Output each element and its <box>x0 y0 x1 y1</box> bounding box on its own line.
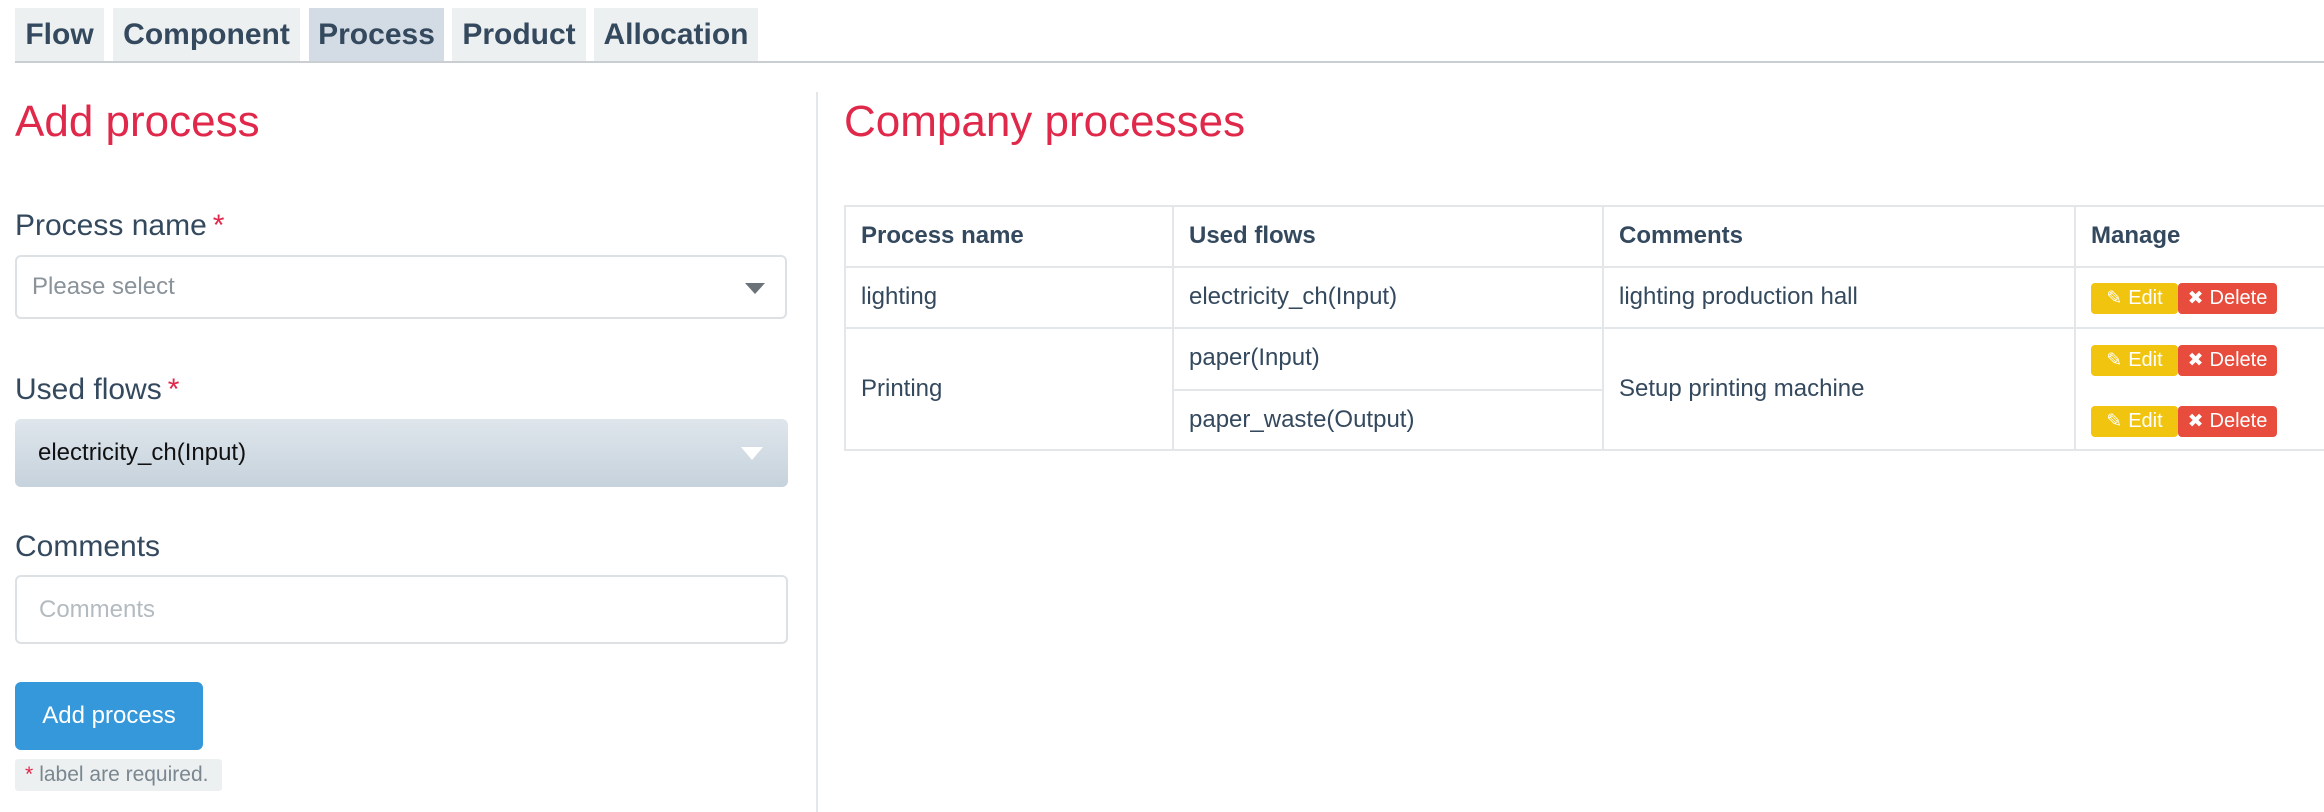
tab-bar: Flow Component Process Product Allocatio… <box>0 0 2324 63</box>
tab-label: Process <box>318 18 435 51</box>
used-flows-label-text: Used flows <box>15 373 162 406</box>
table-border <box>1602 205 1604 451</box>
column-header: Process name <box>861 222 1024 249</box>
edit-label: Edit <box>2128 349 2163 371</box>
table-border <box>844 266 2324 268</box>
tab-divider <box>15 61 2324 63</box>
comments-placeholder: Comments <box>39 595 156 623</box>
tab-allocation[interactable]: Allocation <box>594 8 758 62</box>
used-flow-cell: paper(Input) <box>1189 344 1320 371</box>
tab-label: Flow <box>25 18 94 51</box>
required-note-text: label are required. <box>39 763 209 786</box>
process-name-cell: Printing <box>861 375 943 402</box>
tab-product[interactable]: Product <box>452 8 586 62</box>
table-border <box>2074 205 2076 451</box>
chevron-down-icon <box>745 283 765 294</box>
edit-button[interactable]: ✎ Edit <box>2091 283 2178 314</box>
comments-label: Comments <box>15 530 161 563</box>
add-process-button[interactable]: Add process <box>15 682 203 750</box>
close-icon: ✖ <box>2187 350 2204 371</box>
delete-button[interactable]: ✖ Delete <box>2178 345 2277 376</box>
tab-component[interactable]: Component <box>113 8 300 62</box>
edit-button[interactable]: ✎ Edit <box>2091 406 2178 437</box>
used-flows-label: Used flows * <box>15 373 179 407</box>
edit-label: Edit <box>2128 410 2163 432</box>
tab-label: Allocation <box>603 18 749 51</box>
used-flows-value: electricity_ch(Input) <box>38 439 247 466</box>
used-flow-cell: electricity_ch(Input) <box>1189 283 1398 310</box>
company-processes-title: Company processes <box>844 97 1246 146</box>
delete-label: Delete <box>2209 349 2268 371</box>
close-icon: ✖ <box>2187 411 2204 432</box>
tab-label: Product <box>462 18 576 51</box>
required-mark: * <box>25 763 34 786</box>
edit-icon: ✎ <box>2106 350 2123 371</box>
required-mark: * <box>167 373 180 406</box>
table-border <box>1172 389 1604 391</box>
process-name-placeholder: Please select <box>32 273 175 300</box>
delete-button[interactable]: ✖ Delete <box>2178 283 2277 314</box>
delete-button[interactable]: ✖ Delete <box>2178 406 2277 437</box>
process-name-cell: lighting <box>861 283 938 310</box>
comments-input[interactable]: Comments <box>15 575 788 644</box>
table-border <box>1172 205 1174 451</box>
tab-label: Component <box>123 18 290 51</box>
add-process-title: Add process <box>15 97 260 146</box>
comments-cell: lighting production hall <box>1619 283 1858 310</box>
edit-icon: ✎ <box>2106 411 2123 432</box>
column-header: Comments <box>1619 222 1744 249</box>
used-flow-cell: paper_waste(Output) <box>1189 406 1415 433</box>
edit-button[interactable]: ✎ Edit <box>2091 345 2178 376</box>
delete-label: Delete <box>2209 410 2268 432</box>
process-name-select[interactable]: Please select <box>15 255 787 319</box>
used-flows-select[interactable]: electricity_ch(Input) <box>15 419 788 487</box>
process-name-label-text: Process name <box>15 209 207 242</box>
table-border <box>844 449 2324 451</box>
close-icon: ✖ <box>2187 288 2204 309</box>
required-mark: * <box>212 209 225 242</box>
table-border <box>844 205 846 451</box>
edit-icon: ✎ <box>2106 288 2123 309</box>
table-border <box>844 205 2324 207</box>
tab-flow[interactable]: Flow <box>15 8 104 62</box>
delete-label: Delete <box>2209 287 2268 309</box>
table-border <box>844 327 2324 329</box>
column-header: Used flows <box>1189 222 1316 249</box>
chevron-down-icon <box>741 447 763 460</box>
edit-label: Edit <box>2128 287 2163 309</box>
process-name-label: Process name * <box>15 209 224 243</box>
tab-process[interactable]: Process <box>309 8 444 62</box>
column-header: Manage <box>2091 222 2181 249</box>
comments-cell: Setup printing machine <box>1619 375 1865 402</box>
column-divider <box>816 92 818 812</box>
required-note: * label are required. <box>15 759 222 791</box>
